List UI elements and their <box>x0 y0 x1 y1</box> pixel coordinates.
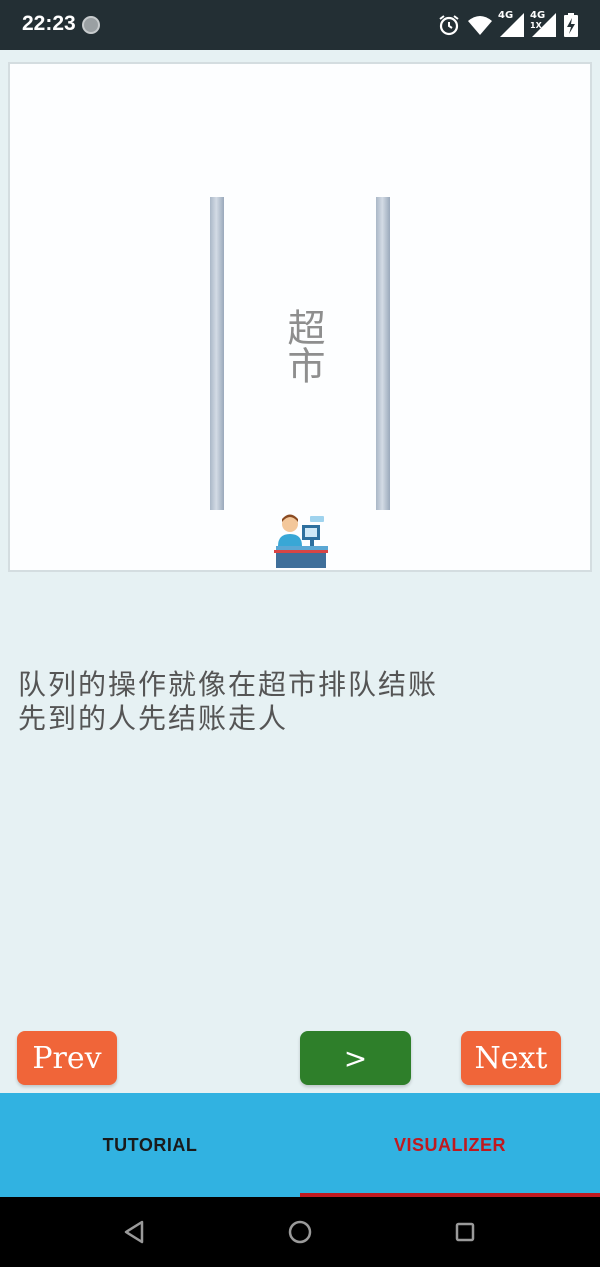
system-nav-bar <box>0 1197 600 1267</box>
network-type-label-2: 4G <box>530 10 546 21</box>
tab-visualizer[interactable]: VISUALIZER <box>300 1093 600 1197</box>
prev-button[interactable]: Prev <box>17 1031 117 1085</box>
play-button[interactable]: > <box>300 1031 411 1085</box>
alarm-icon <box>439 15 459 36</box>
queue-lane-right-wall <box>376 197 390 510</box>
description-line-2: 先到的人先结账走人 <box>18 702 289 735</box>
store-sign: 超市 <box>281 308 325 384</box>
tab-tutorial[interactable]: TUTORIAL <box>0 1093 300 1197</box>
battery-charging-icon <box>564 13 578 37</box>
status-time: 22:23 <box>22 12 76 35</box>
cellular-signal-icon: 4G <box>498 10 524 37</box>
queue-lane-left-wall <box>210 197 224 510</box>
network-type-label: 4G <box>498 10 514 21</box>
cellular-signal-icon-2: 4G 1X <box>530 10 556 37</box>
status-bar: 22:23 4G 4G 1X <box>0 0 600 50</box>
tab-bar: TUTORIAL VISUALIZER <box>0 1093 600 1197</box>
home-icon[interactable] <box>285 1217 315 1247</box>
wifi-icon <box>468 16 492 35</box>
network-subtype-label: 1X <box>530 21 542 30</box>
description-line-1: 队列的操作就像在超市排队结账 <box>18 668 439 701</box>
record-dot-icon <box>82 16 100 34</box>
cashier-icon <box>274 514 328 568</box>
step-description: 队列的操作就像在超市排队结账 先到的人先结账走人 <box>18 668 578 736</box>
queue-visualizer-canvas: 超市 <box>8 62 592 572</box>
next-button[interactable]: Next <box>461 1031 561 1085</box>
status-icons: 4G 4G 1X <box>438 10 578 39</box>
back-icon[interactable] <box>120 1217 150 1247</box>
recents-icon[interactable] <box>450 1217 480 1247</box>
